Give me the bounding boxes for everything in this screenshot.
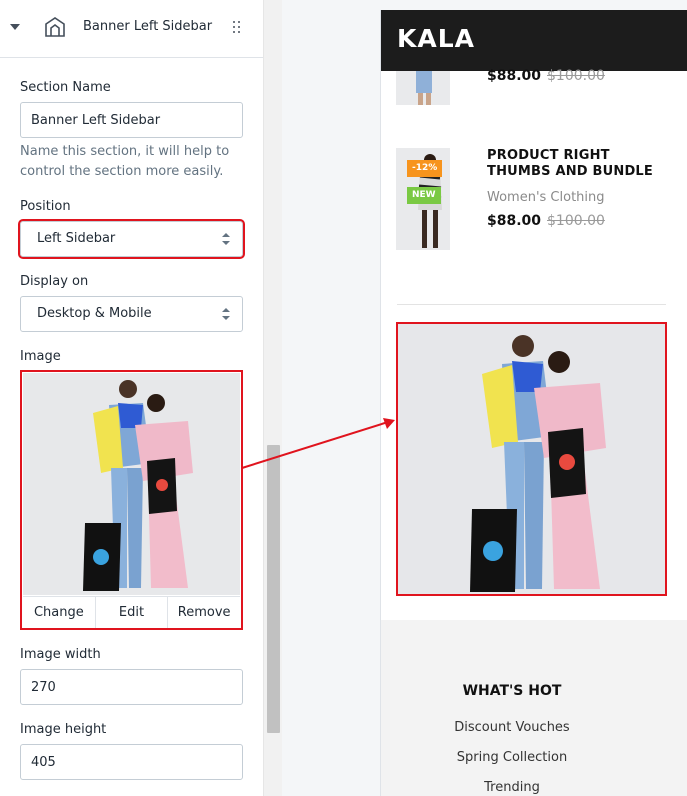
collapse-caret-icon[interactable] (10, 24, 20, 30)
footer-link[interactable]: Trending (381, 780, 643, 795)
panel-scrollbar-thumb[interactable] (267, 445, 280, 733)
section-name-input[interactable] (20, 102, 243, 138)
section-name-help: Name this section, it will help to contr… (20, 144, 230, 179)
section-name-label: Section Name (20, 80, 111, 95)
product-price: $88.00 (487, 213, 542, 229)
divider (397, 304, 666, 305)
section-settings-panel: Banner Left Sidebar Section Name Name th… (0, 0, 263, 796)
product-thumbnail[interactable] (396, 71, 450, 105)
store-logo[interactable]: KALA (397, 24, 475, 53)
storefront-preview: KALA $88.00 $100.00 -12% NEW PRODUCT RIG… (380, 10, 687, 796)
product-old-price: $100.00 (547, 68, 605, 84)
sidebar-banner-image[interactable] (396, 322, 667, 596)
image-height-input[interactable] (20, 744, 243, 780)
product-price: $88.00 (487, 68, 542, 84)
drag-handle-icon[interactable] (233, 21, 241, 33)
display-on-select-value: Desktop & Mobile (37, 306, 152, 321)
panel-scrollbar[interactable] (263, 0, 282, 796)
image-width-input[interactable] (20, 669, 243, 705)
section-header[interactable]: Banner Left Sidebar (0, 0, 263, 58)
position-select[interactable]: Left Sidebar (18, 219, 245, 259)
image-actions: Change Edit Remove (23, 596, 241, 628)
models-photo-icon (398, 324, 665, 594)
edit-image-button[interactable]: Edit (95, 597, 169, 628)
product-old-price: $100.00 (547, 213, 605, 229)
position-select-value: Left Sidebar (37, 231, 116, 246)
display-on-label: Display on (20, 274, 89, 289)
select-arrows-icon (222, 233, 230, 247)
image-picker: Change Edit Remove (20, 370, 243, 630)
section-title: Banner Left Sidebar (83, 19, 213, 34)
store-header: KALA (381, 10, 687, 71)
image-label: Image (20, 349, 61, 364)
product-title[interactable]: PRODUCT RIGHT THUMBS AND BUNDLE (487, 148, 677, 180)
product-photo-icon (396, 71, 450, 105)
position-label: Position (20, 199, 71, 214)
product-category[interactable]: Women's Clothing (487, 190, 605, 205)
footer-section: WHAT'S HOT Discount Vouches Spring Colle… (381, 620, 687, 796)
change-image-button[interactable]: Change (23, 597, 96, 628)
annotation-arrow-icon (241, 418, 395, 469)
models-photo-icon (23, 373, 240, 595)
new-badge: NEW (407, 187, 441, 204)
banner-section-icon (45, 17, 65, 37)
banner-image-thumbnail (23, 373, 240, 595)
sale-badge: -12% (407, 160, 443, 177)
footer-link[interactable]: Discount Vouches (381, 720, 643, 735)
footer-link[interactable]: Spring Collection (381, 750, 643, 765)
footer-title: WHAT'S HOT (462, 683, 562, 699)
display-on-select[interactable]: Desktop & Mobile (20, 296, 243, 332)
image-width-label: Image width (20, 647, 101, 662)
select-arrows-icon (222, 308, 230, 322)
image-height-label: Image height (20, 722, 107, 737)
remove-image-button[interactable]: Remove (168, 597, 241, 628)
